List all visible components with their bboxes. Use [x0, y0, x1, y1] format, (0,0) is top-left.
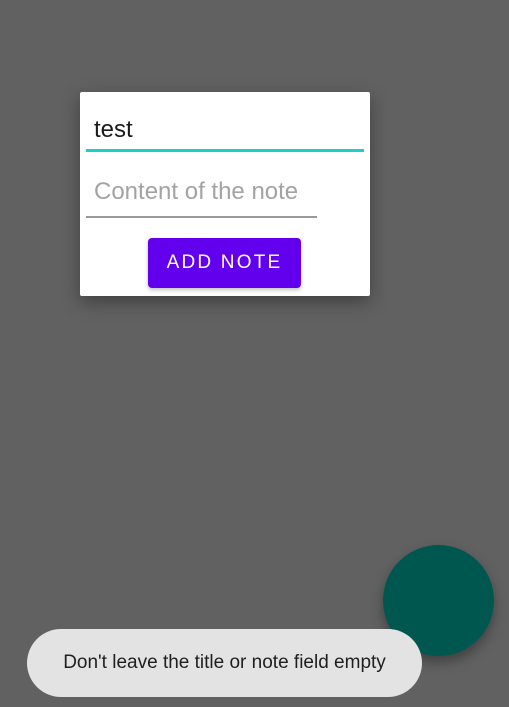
- add-note-dialog: test Content of the note ADD NOTE: [80, 92, 370, 296]
- toast-text: Don't leave the title or note field empt…: [63, 652, 386, 673]
- note-content-input[interactable]: Content of the note: [86, 176, 317, 218]
- toast-message: Don't leave the title or note field empt…: [27, 629, 422, 697]
- note-title-input[interactable]: test: [86, 114, 364, 152]
- add-note-button[interactable]: ADD NOTE: [148, 238, 301, 288]
